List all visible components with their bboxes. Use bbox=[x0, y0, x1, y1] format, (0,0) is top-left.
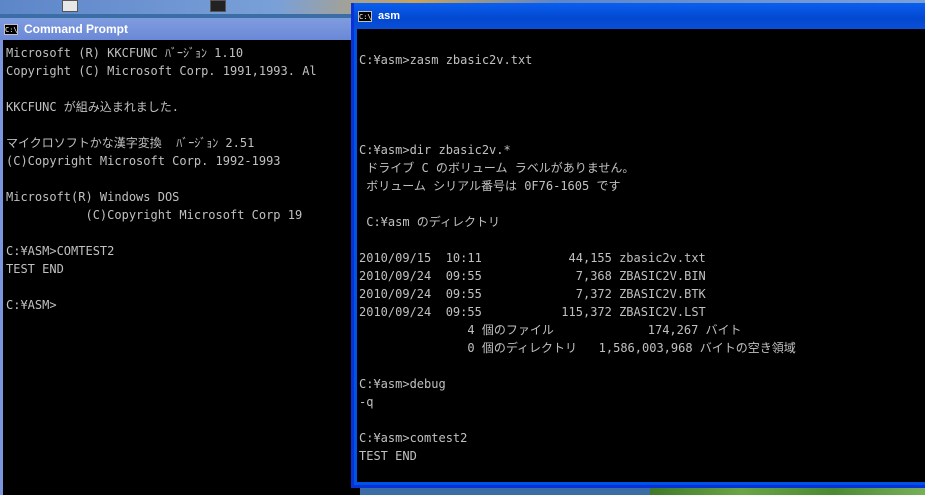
desktop-shortcut-icon[interactable] bbox=[210, 0, 226, 12]
console-line: 4 個のファイル 174,267 バイト bbox=[359, 323, 742, 337]
console-line: 2010/09/24 09:55 7,372 ZBASIC2V.BTK bbox=[359, 287, 706, 301]
window-title: Command Prompt bbox=[24, 22, 129, 36]
console-line: ドライブ C のボリューム ラベルがありません。 bbox=[359, 161, 635, 175]
console-line: Microsoft(R) Windows DOS bbox=[6, 190, 180, 204]
console-line: -q bbox=[359, 395, 374, 409]
console-line: C:¥asm>comtest2 bbox=[359, 431, 468, 445]
console-icon: C:\ bbox=[4, 23, 18, 35]
console-line: Microsoft (R) KKCFUNC ﾊﾞｰｼﾞｮﾝ 1.10 bbox=[6, 46, 244, 60]
console-line: (C)Copyright Microsoft Corp. 1992-1993 bbox=[6, 154, 281, 168]
console-line: TEST END bbox=[359, 449, 417, 463]
asm-console-window[interactable]: C:\ asm C:¥asm>zasm zbasic2v.txt C:¥asm>d… bbox=[351, 3, 925, 488]
desktop-shortcut-icon[interactable] bbox=[62, 0, 78, 12]
console-output[interactable]: C:¥asm>zasm zbasic2v.txt C:¥asm>dir zbasi… bbox=[357, 29, 925, 482]
console-line: 2010/09/24 09:55 7,368 ZBASIC2V.BIN bbox=[359, 269, 706, 283]
console-line: KKCFUNC が組み込まれました. bbox=[6, 100, 180, 114]
console-line: C:¥ASM> bbox=[6, 298, 57, 312]
console-line: Copyright (C) Microsoft Corp. 1991,1993.… bbox=[6, 64, 317, 78]
console-line: C:¥asm>dir zbasic2v.* bbox=[359, 143, 511, 157]
console-line: C:¥ASM>COMTEST2 bbox=[6, 244, 115, 258]
console-icon: C:\ bbox=[358, 10, 372, 22]
console-line: 2010/09/24 09:55 115,372 ZBASIC2V.LST bbox=[359, 305, 706, 319]
console-line: ボリューム シリアル番号は 0F76-1605 です bbox=[359, 179, 621, 193]
command-prompt-window[interactable]: C:\ Command Prompt Microsoft (R) KKCFUNC… bbox=[0, 18, 360, 495]
window-title: asm bbox=[378, 10, 401, 22]
console-output[interactable]: Microsoft (R) KKCFUNC ﾊﾞｰｼﾞｮﾝ 1.10 Copyri… bbox=[3, 40, 360, 495]
console-line: 2010/09/15 10:11 44,155 zbasic2v.txt bbox=[359, 251, 706, 265]
console-line: 0 個のディレクトリ 1,586,003,968 バイトの空き領域 bbox=[359, 341, 796, 355]
command-prompt-titlebar[interactable]: C:\ Command Prompt bbox=[0, 18, 360, 40]
console-line: TEST END bbox=[6, 262, 64, 276]
console-line: C:¥asm のディレクトリ bbox=[359, 215, 500, 229]
console-line: C:¥asm>debug bbox=[359, 377, 446, 391]
console-line: (C)Copyright Microsoft Corp 19 bbox=[6, 208, 303, 222]
console-line: C:¥asm>zasm zbasic2v.txt bbox=[359, 53, 533, 67]
asm-titlebar[interactable]: C:\ asm bbox=[354, 3, 925, 29]
console-line: マイクロソフトかな漢字変換 ﾊﾞｰｼﾞｮﾝ 2.51 bbox=[6, 136, 255, 150]
